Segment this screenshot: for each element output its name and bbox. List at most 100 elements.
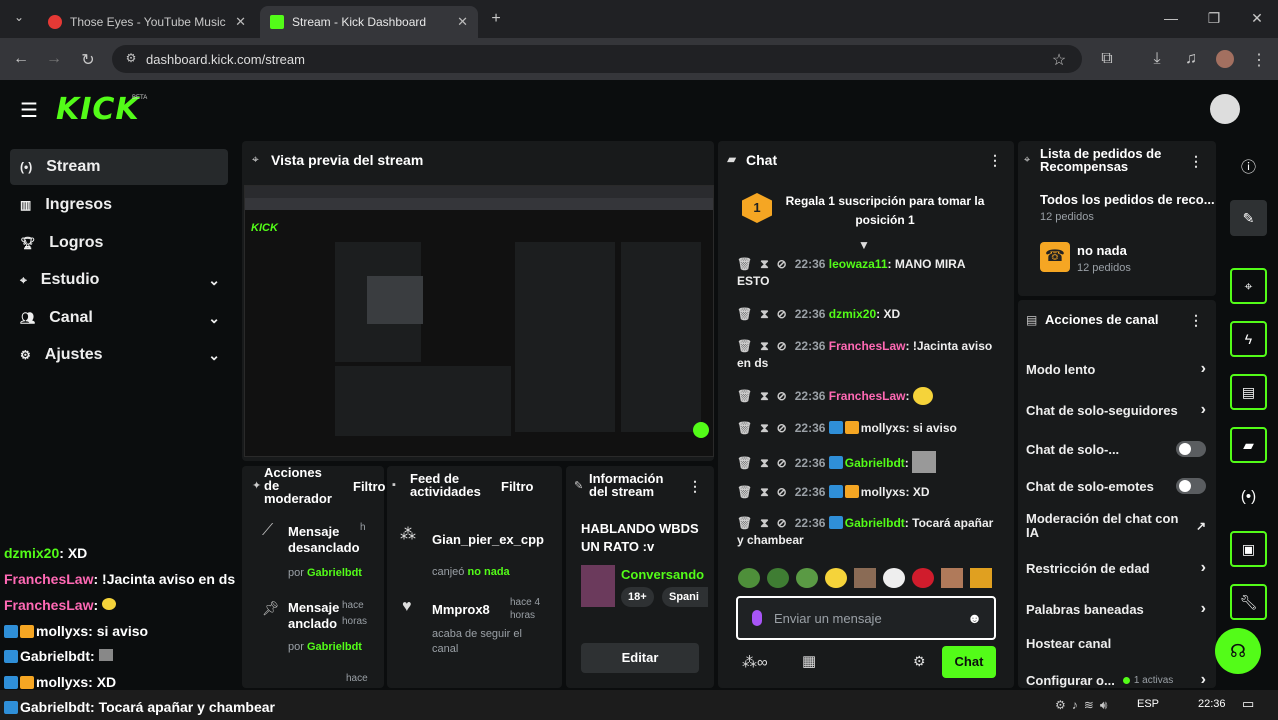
lightning-icon[interactable]: ϟ <box>1230 321 1267 357</box>
back-icon[interactable]: ← <box>10 50 32 68</box>
chat-message[interactable]: 🗑︎ ⧗ ⊘ 22:36 dzmix20: XD <box>737 306 999 323</box>
store-icon[interactable]: ▦ <box>802 652 816 670</box>
chat-message[interactable]: 🗑︎ ⧗ ⊘ 22:36 Gabrielbdt: <box>737 451 999 473</box>
emote-icon[interactable] <box>883 568 905 588</box>
trophy-icon: 🏆︎ <box>20 236 36 250</box>
info-icon: ✎ <box>574 480 584 492</box>
subscribers-only-toggle[interactable] <box>1176 441 1206 457</box>
chat-bubble-icon[interactable]: ▰ <box>1230 427 1267 463</box>
category-name[interactable]: Conversando <box>621 567 709 582</box>
sidebar-item-logros[interactable]: 🏆︎ Logros <box>10 225 228 261</box>
sidebar-item-stream[interactable]: (•) Stream <box>10 149 228 185</box>
emote-bar[interactable] <box>738 568 996 590</box>
sidebar-item-estudio[interactable]: ⌖ Estudio ⌄ <box>10 262 228 298</box>
emote-icon[interactable] <box>912 568 934 588</box>
reload-icon[interactable]: ↻ <box>77 50 99 70</box>
kebab-menu-icon[interactable]: ⋮ <box>988 152 1002 169</box>
bookmark-star-icon[interactable]: ☆ <box>1048 50 1070 70</box>
close-tab-icon[interactable]: ✕ <box>457 14 468 30</box>
broadcast-icon[interactable]: (•) <box>1230 481 1267 511</box>
media-icon[interactable]: ♫ <box>1180 50 1202 68</box>
community-icon[interactable]: ⁂∞ <box>742 653 768 671</box>
tab-youtube-music[interactable]: Those Eyes - YouTube Music ✕ <box>38 6 256 38</box>
send-chat-button[interactable]: Chat <box>942 646 996 678</box>
url-field[interactable]: dashboard.kick.com/stream <box>112 45 1082 73</box>
emotes-only-row[interactable]: Chat de solo-emotes <box>1026 478 1206 494</box>
host-channel-row[interactable]: Hostear canal <box>1026 636 1206 651</box>
emotes-only-toggle[interactable] <box>1176 478 1206 494</box>
profile-avatar[interactable] <box>1216 50 1234 68</box>
chat-settings-gear-icon[interactable]: ⚙ <box>913 653 926 670</box>
tab-search-icon[interactable]: ⌄ <box>8 10 30 24</box>
slow-mode-row[interactable]: Modo lento › <box>1026 360 1206 378</box>
minimize-icon[interactable]: — <box>1160 10 1182 26</box>
hamburger-menu-icon[interactable]: ☰ <box>20 98 38 123</box>
download-icon[interactable]: ⤓ <box>1146 50 1168 68</box>
configure-row[interactable]: Configurar o... 1 activas › <box>1026 671 1206 689</box>
kebab-menu-icon[interactable]: ⋮ <box>688 478 702 495</box>
stream-preview-video[interactable]: KICK <box>244 185 714 457</box>
chat-message[interactable]: 🗑︎ ⧗ ⊘ 22:36 mollyxs: si aviso <box>737 420 999 437</box>
chat-message[interactable]: 🗑︎ ⧗ ⊘ 22:36 leowaza11: MANO MIRA ESTO <box>737 256 999 290</box>
tray-icons[interactable]: ⚙♪≋🔊︎ <box>1055 698 1113 713</box>
kebab-menu-icon[interactable]: ⋮ <box>1189 153 1203 170</box>
sidebar-item-ingresos[interactable]: ▥ Ingresos <box>10 187 228 223</box>
screen-icon[interactable]: ▣ <box>1230 531 1267 567</box>
sidebar-item-canal[interactable]: 👥︎ Canal ⌄ <box>10 300 228 336</box>
collapse-icon[interactable]: ▼ <box>858 238 870 252</box>
chat-message[interactable]: 🗑︎ ⧗ ⊘ 22:36 Gabrielbdt: Tocará apañar y ch… <box>737 515 999 549</box>
emote-icon[interactable] <box>767 568 789 588</box>
maximize-icon[interactable]: ❐ <box>1203 10 1225 27</box>
emote-icon[interactable] <box>941 568 963 588</box>
chat-message[interactable]: 🗑︎ ⧗ ⊘ 22:36 FranchesLaw: <box>737 387 999 405</box>
banned-words-row[interactable]: Palabras baneadas › <box>1026 600 1206 618</box>
extensions-icon[interactable]: ⧉ <box>1096 50 1118 68</box>
emote-icon[interactable] <box>738 568 760 588</box>
language-indicator[interactable]: ESP <box>1137 698 1159 710</box>
age-restriction-row[interactable]: Restricción de edad › <box>1026 559 1206 577</box>
tab-kick-dashboard[interactable]: Stream - Kick Dashboard ✕ <box>260 6 478 38</box>
menu-dots-icon[interactable]: ⋮ <box>1248 50 1270 70</box>
emote-icon <box>98 649 113 661</box>
close-window-icon[interactable]: ✕ <box>1246 10 1268 27</box>
activity-filter-button[interactable]: Filtro <box>501 479 534 494</box>
emote-icon[interactable] <box>825 568 847 588</box>
ai-moderation-row[interactable]: Moderación del chat con IA ↗ <box>1026 512 1206 540</box>
notifications-icon[interactable]: ▭ <box>1242 696 1254 712</box>
mod-filter-button[interactable]: Filtro <box>353 479 386 494</box>
wrench-icon[interactable]: 🔧︎ <box>1230 584 1267 620</box>
chat-message[interactable]: 🗑︎ ⧗ ⊘ 22:36 mollyxs: XD <box>737 484 999 501</box>
pinned-gift-message[interactable]: Regala 1 suscripción para tomar la posic… <box>780 192 990 230</box>
followers-only-row[interactable]: Chat de solo-seguidores › <box>1026 401 1206 419</box>
clock[interactable]: 22:36 <box>1198 698 1226 710</box>
new-tab-icon[interactable]: + <box>485 10 507 28</box>
edit-button[interactable]: Editar <box>581 643 699 673</box>
kebab-menu-icon[interactable]: ⋮ <box>1189 312 1203 329</box>
site-info-icon[interactable]: ⚙ <box>120 51 142 65</box>
sidebar-item-ajustes[interactable]: ⚙ Ajustes ⌄ <box>10 337 228 373</box>
forward-icon[interactable]: → <box>43 50 65 68</box>
info-icon[interactable]: ⓘ <box>1230 151 1267 181</box>
emote-icon[interactable] <box>854 568 876 588</box>
close-tab-icon[interactable]: ✕ <box>235 14 246 30</box>
reward-item-count: 12 pedidos <box>1077 262 1131 274</box>
kick-logo[interactable]: KICK <box>56 92 140 127</box>
microphone-icon[interactable] <box>752 610 762 626</box>
gear-icon: ⚙ <box>20 348 31 362</box>
support-chat-icon[interactable]: ☊ <box>1215 628 1261 674</box>
reward-item-name[interactable]: no nada <box>1077 243 1127 258</box>
sidebar-item-label: Stream <box>46 158 101 175</box>
subscribers-only-row[interactable]: Chat de solo-... <box>1026 441 1206 457</box>
emote-icon[interactable] <box>796 568 818 588</box>
edit-pencil-icon[interactable]: ✎ <box>1230 200 1267 236</box>
emote-icon[interactable] <box>970 568 992 588</box>
all-rewards-link[interactable]: Todos los pedidos de reco... <box>1040 192 1214 207</box>
emoji-icon[interactable]: ☻ <box>967 610 982 626</box>
chat-message[interactable]: 🗑︎ ⧗ ⊘ 22:36 FranchesLaw: !Jacinta aviso en… <box>737 338 999 372</box>
notes-icon[interactable]: ▤ <box>1230 374 1267 410</box>
emote-icon <box>102 598 117 610</box>
chevron-right-icon: › <box>1200 559 1206 576</box>
studio-icon[interactable]: ⌖ <box>1230 268 1267 304</box>
chat-input[interactable]: Enviar un mensaje ☻ <box>736 596 996 640</box>
user-avatar[interactable] <box>1210 94 1240 124</box>
